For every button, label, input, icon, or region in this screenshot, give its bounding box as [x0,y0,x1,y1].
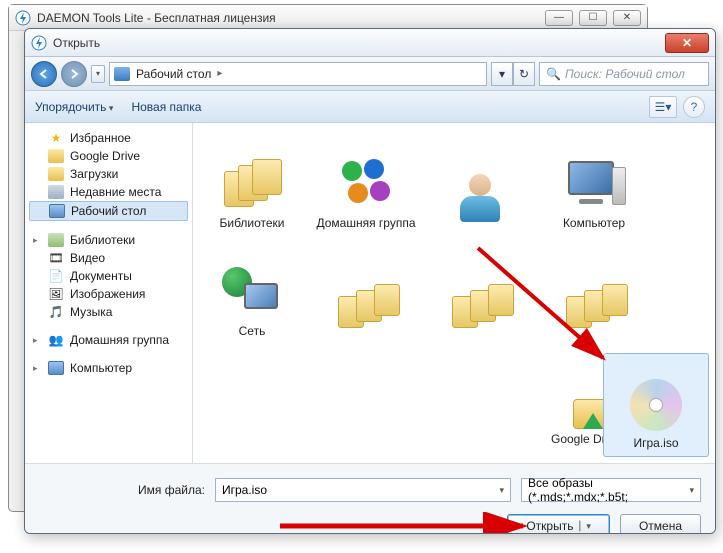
open-file-dialog: Открыть ✕ ▾ Рабочий стол ▸ ▾ ↻ 🔍 Поиск: … [24,28,716,534]
toolbar: Упорядочить Новая папка ☰▾ ? [25,91,715,123]
search-input[interactable]: 🔍 Поиск: Рабочий стол [539,62,709,86]
breadcrumb-location: Рабочий стол [136,67,211,81]
libraries-header[interactable]: ▸ Библиотеки [29,231,188,249]
dialog-close-button[interactable]: ✕ [665,33,709,53]
desktop-icon [49,204,65,218]
folder-icon [48,167,64,181]
tree-label: Документы [70,269,132,283]
sidebar-item-video[interactable]: 🎞 Видео [29,249,188,267]
tree-label: Недавние места [70,185,161,199]
breadcrumb-dropdown-button[interactable]: ▾ [491,62,513,86]
filter-value: Все образы (*.mds;*.mdx;*.b5t; [528,476,689,504]
file-item-homegroup[interactable]: Домашняя группа [313,133,419,237]
folders-big-icon [334,278,398,334]
tree-label: Изображения [70,287,145,301]
sidebar-item-music[interactable]: 🎵 Музыка [29,303,188,321]
libraries-icon [48,233,64,247]
file-item-computer[interactable]: Компьютер [541,133,647,237]
refresh-button[interactable]: ↻ [513,62,535,86]
favorites-header[interactable]: ★ Избранное [29,129,188,147]
navigation-bar: ▾ Рабочий стол ▸ ▾ ↻ 🔍 Поиск: Рабочий ст… [25,57,715,91]
documents-library-icon: 📄 [48,269,64,283]
sidebar-item-google-drive[interactable]: Google Drive [29,147,188,165]
nav-forward-button[interactable] [61,61,87,87]
file-item-iso[interactable]: Игра.iso [603,353,709,457]
sidebar-item-pictures[interactable]: 🖼 Изображения [29,285,188,303]
expander-icon: ▸ [33,235,42,246]
libraries-big-icon [220,157,284,213]
breadcrumb[interactable]: Рабочий стол ▸ [109,62,487,86]
parent-close-button[interactable]: ✕ [613,10,641,26]
arrow-right-icon [69,69,79,79]
sidebar-item-recent[interactable]: Недавние места [29,183,188,201]
pictures-library-icon: 🖼 [48,287,64,301]
dialog-title-text: Открыть [53,36,100,50]
folders-big-icon [562,278,626,334]
sidebar-item-documents[interactable]: 📄 Документы [29,267,188,285]
homegroup-big-icon [334,157,398,213]
navigation-tree: ★ Избранное Google Drive Загрузки Недавн… [25,123,193,463]
dialog-titlebar: Открыть ✕ [25,29,715,57]
app-lightning-icon [15,10,31,26]
organize-menu[interactable]: Упорядочить [35,100,113,114]
dialog-footer: Имя файла: Игра.iso ▾ Все образы (*.mds;… [25,463,715,534]
tree-label: Библиотеки [70,233,135,247]
cancel-button[interactable]: Отмена [620,514,701,534]
user-big-icon [448,170,512,226]
computer-header[interactable]: ▸Компьютер [29,359,188,377]
network-big-icon [220,265,284,321]
file-filter-dropdown[interactable]: Все образы (*.mds;*.mdx;*.b5t; ▾ [521,478,701,502]
file-item-folder[interactable] [541,241,647,345]
music-library-icon: 🎵 [48,305,64,319]
chevron-down-icon: ▾ [689,485,694,496]
filename-label: Имя файла: [125,483,205,497]
star-icon: ★ [48,131,64,145]
tree-label: Рабочий стол [71,204,146,218]
open-button[interactable]: Открыть▏▾ [507,514,610,534]
annotation-arrow-icon [275,512,535,534]
file-item-network[interactable]: Сеть [199,241,305,345]
chevron-down-icon: ▏▾ [579,521,590,532]
file-item-user[interactable] [427,133,533,237]
tree-label: Видео [70,251,105,265]
arrow-left-icon [39,69,49,79]
tree-label: Домашняя группа [70,333,169,347]
help-button[interactable]: ? [683,96,705,118]
sidebar-item-downloads[interactable]: Загрузки [29,165,188,183]
homegroup-icon: 👥 [48,333,64,347]
filename-value: Игра.iso [222,483,267,497]
chevron-down-icon: ▾ [499,485,504,496]
file-item-libraries[interactable]: Библиотеки [199,133,305,237]
parent-minimize-button[interactable]: — [545,10,573,26]
tree-label: Музыка [70,305,112,319]
view-options-button[interactable]: ☰▾ [649,96,677,118]
parent-maximize-button[interactable]: ☐ [579,10,607,26]
file-item-folder[interactable] [427,241,533,345]
tree-label: Избранное [70,131,131,145]
new-folder-button[interactable]: Новая папка [131,100,201,114]
dialog-lightning-icon [31,35,47,51]
folders-big-icon [448,278,512,334]
video-library-icon: 🎞 [48,251,64,265]
computer-big-icon [562,157,626,213]
nav-back-button[interactable] [31,61,57,87]
computer-icon [48,361,64,375]
chevron-right-icon: ▸ [217,68,222,79]
search-icon: 🔍 [546,67,561,81]
recent-places-icon [48,185,64,199]
disc-big-icon [624,377,688,433]
filename-input[interactable]: Игра.iso ▾ [215,478,511,502]
tree-label: Загрузки [70,167,118,181]
search-placeholder: Поиск: Рабочий стол [565,67,685,81]
nav-history-dropdown[interactable]: ▾ [91,65,105,83]
desktop-icon [114,67,130,81]
file-list: Библиотеки Домашняя группа Компьютер Сет… [193,123,715,463]
tree-label: Компьютер [70,361,132,375]
tree-label: Google Drive [70,149,140,163]
parent-title-text: DAEMON Tools Lite - Бесплатная лицензия [37,11,276,25]
folder-icon [48,149,64,163]
sidebar-item-desktop[interactable]: Рабочий стол [29,201,188,221]
file-item-folder[interactable] [313,241,419,345]
homegroup-header[interactable]: ▸👥Домашняя группа [29,331,188,349]
